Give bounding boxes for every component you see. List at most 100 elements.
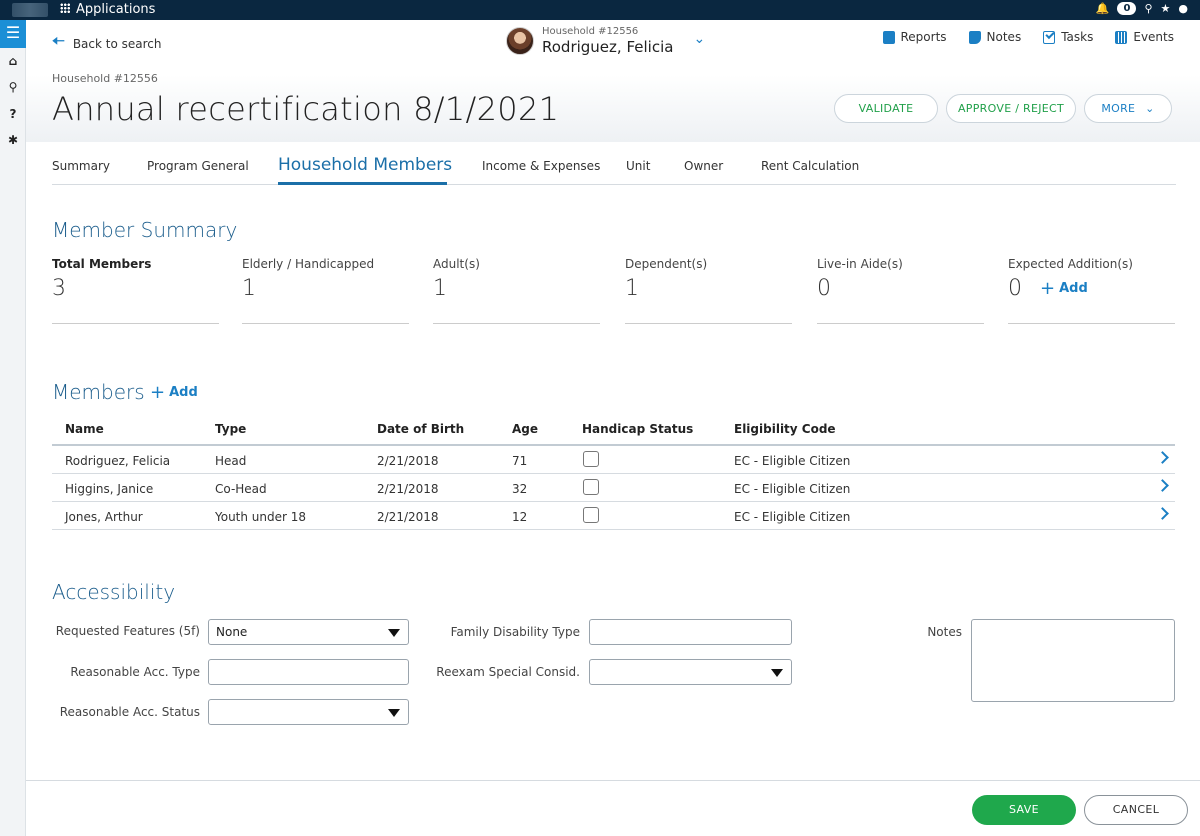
column-header[interactable]: Age bbox=[512, 422, 538, 436]
member-dob: 2/21/2018 bbox=[377, 510, 439, 524]
handicap-checkbox[interactable] bbox=[583, 479, 599, 495]
handicap-checkbox[interactable] bbox=[583, 507, 599, 523]
stat-adults: Adult(s) 1 bbox=[433, 256, 600, 324]
help-icon[interactable]: ? bbox=[0, 107, 26, 121]
chevron-down-icon: ⌄ bbox=[1145, 102, 1155, 115]
tab-owner[interactable]: Owner bbox=[684, 159, 723, 173]
stat-label: Elderly / Handicapped bbox=[242, 257, 375, 271]
more-button[interactable]: MORE ⌄ bbox=[1084, 94, 1172, 123]
chevron-down-icon[interactable]: ⌄ bbox=[693, 31, 705, 47]
validate-button[interactable]: VALIDATE bbox=[834, 94, 938, 123]
member-summary-heading: Member Summary bbox=[52, 218, 238, 242]
table-row[interactable]: Jones, Arthur Youth under 18 2/21/2018 1… bbox=[52, 502, 1175, 530]
stat-label: Adult(s) bbox=[433, 257, 480, 271]
tab-unit[interactable]: Unit bbox=[626, 159, 650, 173]
column-header[interactable]: Handicap Status bbox=[582, 422, 693, 436]
reasonable-acc-type-label: Reasonable Acc. Type bbox=[70, 665, 200, 679]
page-header: 🠠 Back to search Household #12556 Rodrig… bbox=[26, 20, 1200, 142]
tab-household-members[interactable]: Household Members bbox=[278, 155, 452, 175]
save-button[interactable]: SAVE bbox=[972, 795, 1076, 825]
column-header[interactable]: Eligibility Code bbox=[734, 422, 836, 436]
table-row[interactable]: Rodriguez, Felicia Head 2/21/2018 71 EC … bbox=[52, 446, 1175, 474]
notes-label: Notes bbox=[927, 625, 962, 639]
notes-button[interactable]: Notes bbox=[968, 30, 1021, 44]
chevron-right-icon[interactable] bbox=[1158, 478, 1168, 492]
handicap-checkbox[interactable] bbox=[583, 451, 599, 467]
column-header[interactable]: Type bbox=[215, 422, 246, 436]
chevron-right-icon[interactable] bbox=[1158, 506, 1168, 520]
tab-rent-calculation[interactable]: Rent Calculation bbox=[761, 159, 859, 173]
reports-label: Reports bbox=[900, 30, 947, 44]
events-button[interactable]: Events bbox=[1115, 30, 1174, 44]
add-label: Add bbox=[169, 385, 198, 400]
add-expected-addition-button[interactable]: + Add bbox=[1040, 278, 1088, 299]
tasks-button[interactable]: Tasks bbox=[1043, 30, 1093, 44]
member-type: Youth under 18 bbox=[215, 510, 307, 524]
member-type: Head bbox=[215, 454, 247, 468]
chevron-right-icon[interactable] bbox=[1158, 450, 1168, 464]
active-tab-indicator bbox=[278, 182, 447, 185]
home-icon[interactable]: ⌂ bbox=[0, 54, 26, 68]
notes-textarea[interactable] bbox=[971, 619, 1175, 702]
member-name: Higgins, Janice bbox=[65, 482, 154, 496]
member-eligibility-code: EC - Eligible Citizen bbox=[734, 510, 851, 524]
stat-total-members: Total Members 3 bbox=[52, 256, 219, 324]
stat-label: Expected Addition(s) bbox=[1008, 257, 1133, 271]
tab-bar: Summary Program General Household Member… bbox=[52, 148, 1176, 185]
applications-menu[interactable]: Applications bbox=[76, 2, 155, 18]
member-dob: 2/21/2018 bbox=[377, 454, 439, 468]
top-bar-actions: 🔔 0 ⚲ ★ ● bbox=[1096, 2, 1188, 15]
stat-label: Total Members bbox=[52, 257, 152, 271]
member-name: Jones, Arthur bbox=[65, 510, 143, 524]
reasonable-acc-status-select[interactable] bbox=[208, 699, 409, 725]
cancel-button[interactable]: CANCEL bbox=[1084, 795, 1188, 825]
arrow-left-icon: 🠠 bbox=[52, 32, 65, 50]
reasonable-acc-status-label: Reasonable Acc. Status bbox=[59, 705, 200, 719]
family-disability-type-input[interactable] bbox=[589, 619, 792, 645]
bell-icon[interactable]: 🔔 bbox=[1096, 2, 1110, 15]
members-table: Name Type Date of Birth Age Handicap Sta… bbox=[52, 418, 1175, 530]
column-header[interactable]: Name bbox=[65, 422, 104, 436]
add-member-button[interactable]: + Add bbox=[150, 382, 198, 403]
star-icon[interactable]: ★ bbox=[1161, 2, 1171, 15]
page-title: Annual recertification 8/1/2021 bbox=[52, 90, 560, 128]
reports-button[interactable]: Reports bbox=[882, 30, 947, 44]
notification-count[interactable]: 0 bbox=[1117, 2, 1137, 15]
reasonable-acc-type-input[interactable] bbox=[208, 659, 409, 685]
stat-elderly-handicapped: Elderly / Handicapped 1 bbox=[242, 256, 409, 324]
member-eligibility-code: EC - Eligible Citizen bbox=[734, 454, 851, 468]
search-icon[interactable]: ⚲ bbox=[0, 80, 26, 94]
column-header[interactable]: Date of Birth bbox=[377, 422, 464, 436]
approve-reject-button[interactable]: APPROVE / REJECT bbox=[946, 94, 1076, 123]
stat-value: 0 bbox=[817, 276, 831, 301]
requested-features-select[interactable]: None bbox=[208, 619, 409, 645]
member-eligibility-code: EC - Eligible Citizen bbox=[734, 482, 851, 496]
person-name: Rodriguez, Felicia bbox=[542, 38, 674, 56]
table-row[interactable]: Higgins, Janice Co-Head 2/21/2018 32 EC … bbox=[52, 474, 1175, 502]
plus-icon: + bbox=[1040, 278, 1056, 299]
report-icon bbox=[882, 30, 895, 44]
household-person-selector[interactable]: Household #12556 Rodriguez, Felicia ⌄ bbox=[506, 26, 705, 56]
reexam-special-consid-select[interactable] bbox=[589, 659, 792, 685]
stat-value: 1 bbox=[433, 276, 447, 301]
note-icon bbox=[968, 30, 981, 44]
add-label: Add bbox=[1059, 281, 1088, 296]
gear-icon[interactable]: ✱ bbox=[0, 133, 26, 147]
member-age: 32 bbox=[512, 482, 528, 496]
avatar bbox=[506, 27, 534, 55]
member-type: Co-Head bbox=[215, 482, 267, 496]
apps-grid-icon[interactable] bbox=[60, 3, 70, 13]
family-disability-type-label: Family Disability Type bbox=[450, 625, 580, 639]
member-name: Rodriguez, Felicia bbox=[65, 454, 171, 468]
user-icon[interactable]: ● bbox=[1178, 2, 1188, 15]
hamburger-menu-icon[interactable]: ☰ bbox=[0, 20, 26, 48]
back-to-search-link[interactable]: 🠠 Back to search bbox=[52, 31, 161, 56]
top-bar: Applications 🔔 0 ⚲ ★ ● bbox=[0, 0, 1200, 20]
tab-income-expenses[interactable]: Income & Expenses bbox=[482, 159, 600, 173]
header-toolbar: Reports Notes Tasks Events bbox=[882, 30, 1174, 44]
tab-program-general[interactable]: Program General bbox=[147, 159, 249, 173]
back-label: Back to search bbox=[72, 36, 162, 51]
search-icon[interactable]: ⚲ bbox=[1144, 2, 1152, 15]
tab-summary[interactable]: Summary bbox=[52, 159, 110, 173]
events-label: Events bbox=[1133, 30, 1174, 44]
